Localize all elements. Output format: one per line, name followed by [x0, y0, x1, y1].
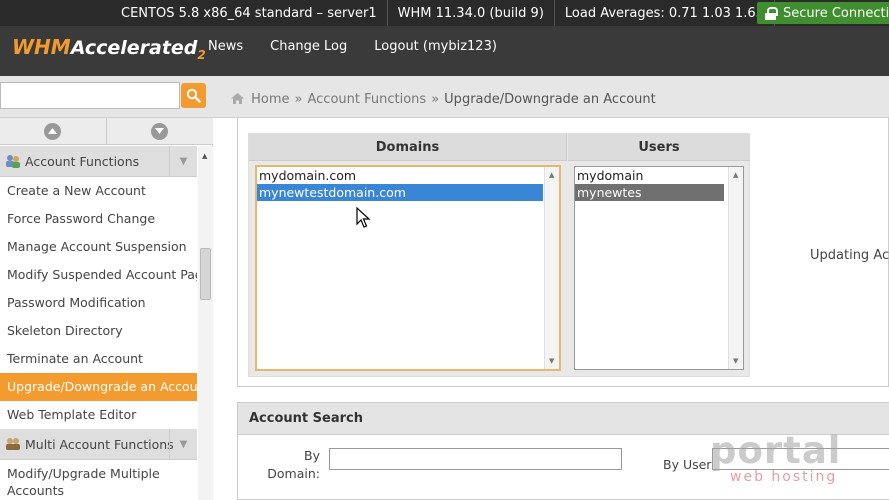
sidebar-item-modify-upgrade-multiple[interactable]: Modify/Upgrade Multiple Accounts — [0, 460, 197, 500]
secure-connection-label: Secure Connection — [783, 5, 889, 21]
account-functions-icon — [6, 155, 20, 168]
users-header: Users — [568, 134, 750, 161]
users-listbox[interactable]: mydomain mynewtes ▲ ▼ — [574, 166, 744, 370]
sidebar-item-modify-suspended-page[interactable]: Modify Suspended Account Page — [0, 261, 197, 289]
home-icon — [231, 93, 244, 104]
sidebar-item-upgrade-downgrade[interactable]: Upgrade/Downgrade an Account — [0, 373, 197, 401]
logo-num: 2 — [197, 48, 206, 62]
watermark-subtitle: web hosting — [730, 469, 838, 485]
scroll-down-arrow-icon[interactable]: ▼ — [733, 357, 738, 365]
secure-connection-badge: Secure Connection — [757, 2, 889, 24]
chevron-down-icon[interactable]: ▼ — [169, 429, 197, 460]
scroll-down-arrow-icon[interactable]: ▼ — [549, 357, 554, 365]
sidebar-item-skeleton-directory[interactable]: Skeleton Directory — [0, 317, 197, 345]
user-option[interactable]: mydomain — [575, 167, 743, 184]
user-option-selected[interactable]: mynewtes — [575, 184, 724, 201]
domains-listbox[interactable]: mydomain.com mynewtestdomain.com ▲ ▼ — [255, 165, 561, 371]
breadcrumb-home[interactable]: Home — [251, 92, 289, 107]
domain-option[interactable]: mydomain.com — [257, 167, 559, 184]
sidebar-scroll-down-button[interactable] — [106, 118, 212, 145]
nav-news[interactable]: News — [208, 39, 243, 54]
chevron-down-icon — [155, 128, 164, 134]
chevron-up-icon — [48, 128, 57, 134]
top-nav: News Change Log Logout (mybiz123) — [208, 39, 524, 54]
scroll-up-arrow-icon[interactable]: ▲ — [549, 171, 554, 179]
sidebar-scroll-up-button[interactable] — [0, 118, 106, 145]
sidebar-item-force-password-change[interactable]: Force Password Change — [0, 205, 197, 233]
by-domain-input[interactable] — [329, 448, 622, 470]
account-rename-panel: Domains Users mydomain.com mynewtestdoma… — [237, 118, 889, 387]
sidebar-scroll-thumb[interactable] — [200, 248, 211, 300]
by-domain-label: By Domain: — [267, 448, 320, 481]
multi-account-icon — [6, 438, 20, 450]
nav-logout[interactable]: Logout (mybiz123) — [374, 39, 497, 54]
users-scrollbar[interactable]: ▲ ▼ — [728, 167, 743, 369]
mouse-cursor-icon — [356, 207, 371, 228]
whm-logo[interactable]: WHMAccelerated2 — [12, 35, 206, 62]
sidebar-group-account-functions[interactable]: Account Functions ▼ — [0, 146, 197, 177]
sidebar-group-label: Account Functions — [25, 153, 140, 169]
lock-icon — [765, 6, 778, 20]
watermark-title: portal — [710, 429, 842, 472]
sidebar-group-multi-account-functions[interactable]: Multi Account Functions ▼ — [0, 429, 197, 460]
breadcrumb-separator: » — [294, 92, 303, 107]
logo-sub: Accelerated — [70, 37, 198, 59]
sub-header: Home » Account Functions » Upgrade/Downgrade… — [0, 76, 889, 118]
scroll-up-arrow-icon[interactable]: ▲ — [202, 152, 207, 160]
scroll-up-arrow-icon[interactable]: ▲ — [733, 171, 738, 179]
domains-header: Domains — [249, 134, 567, 161]
sidebar-list: Account Functions ▼ Create a New Account… — [0, 146, 197, 500]
sidebar: Account Functions ▼ Create a New Account… — [0, 118, 213, 500]
by-user-label: By User: — [663, 457, 716, 472]
sidebar-item-web-template-editor[interactable]: Web Template Editor — [0, 401, 197, 429]
sidebar-item-password-modification[interactable]: Password Modification — [0, 289, 197, 317]
load-averages: Load Averages: 0.71 1.03 1.63 — [555, 0, 775, 26]
search-button[interactable] — [181, 83, 206, 108]
logo-main: WHM — [12, 35, 71, 59]
search-input[interactable] — [0, 82, 180, 109]
whm-version: WHM 11.34.0 (build 9) — [388, 0, 555, 26]
sidebar-item-manage-suspension[interactable]: Manage Account Suspension — [0, 233, 197, 261]
os-info: CENTOS 5.8 x86_64 standard – server1 — [0, 0, 388, 26]
domain-user-selector: Domains Users mydomain.com mynewtestdoma… — [248, 133, 750, 377]
breadcrumb-separator: » — [431, 92, 440, 107]
breadcrumb-current: Upgrade/Downgrade an Account — [444, 92, 656, 107]
portal-watermark: portal web hosting — [710, 429, 842, 485]
sidebar-scroll-controls — [0, 118, 213, 145]
sidebar-group-label: Multi Account Functions — [25, 436, 174, 452]
sidebar-item-terminate-account[interactable]: Terminate an Account — [0, 345, 197, 373]
breadcrumb: Home » Account Functions » Upgrade/Downgrade… — [231, 92, 656, 107]
status-bar: CENTOS 5.8 x86_64 standard – server1 WHM… — [0, 0, 889, 26]
breadcrumb-section[interactable]: Account Functions — [308, 92, 427, 107]
chevron-down-icon[interactable]: ▼ — [169, 146, 197, 177]
search-icon — [186, 88, 201, 103]
sidebar-item-create-account[interactable]: Create a New Account — [0, 177, 197, 205]
header: WHMAccelerated2 News Change Log Logout (… — [0, 26, 889, 76]
domains-scrollbar[interactable]: ▲ ▼ — [544, 167, 559, 369]
nav-change-log[interactable]: Change Log — [270, 39, 347, 54]
updating-account-text: Updating Accou — [810, 248, 889, 263]
domain-option-selected[interactable]: mynewtestdomain.com — [257, 184, 543, 201]
sidebar-scrollbar[interactable]: ▲ — [198, 146, 213, 500]
